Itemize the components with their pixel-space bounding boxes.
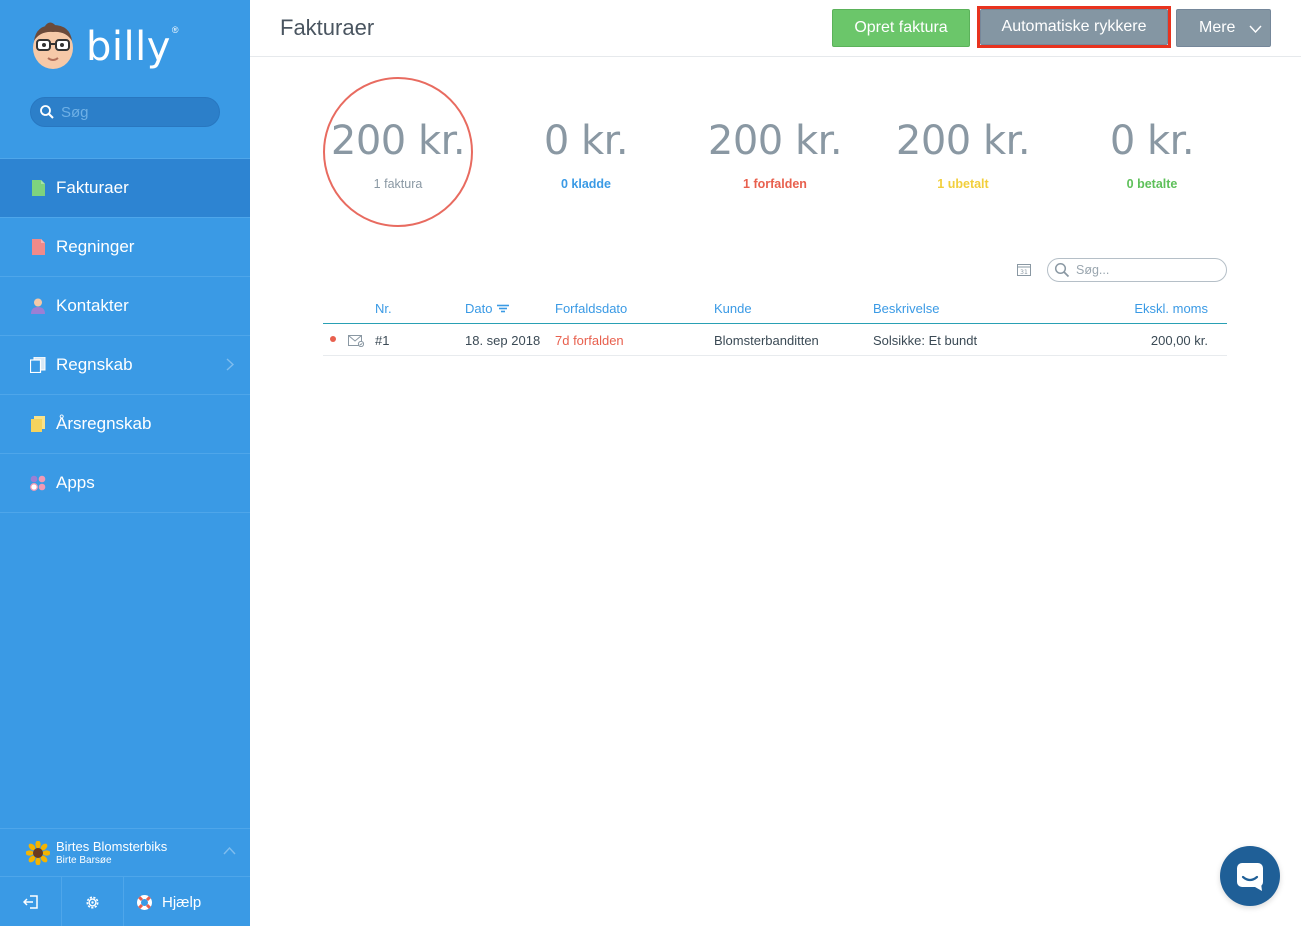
logo-text: billy (86, 24, 171, 70)
billy-logo[interactable]: billy ® (30, 18, 179, 74)
table-search-input[interactable] (1076, 263, 1216, 277)
svg-text:31: 31 (1020, 269, 1028, 276)
table-header: Nr. Dato Forfaldsdato Kunde Beskrivelse … (323, 296, 1227, 324)
stat-amount: 200 kr. (895, 118, 1031, 164)
page-title: Fakturaer (280, 15, 375, 40)
stat-all-invoices[interactable]: 200 kr. 1 faktura (318, 118, 478, 191)
user-name: Birte Barsøe (56, 854, 112, 866)
company-info: Birtes Blomsterbiks Birte Barsøe (56, 839, 167, 867)
sidebar-item-apps[interactable]: Apps (0, 454, 250, 513)
column-excl-vat[interactable]: Ekskl. moms (1134, 301, 1208, 316)
annual-report-icon (30, 416, 46, 433)
top-header: Fakturaer Opret faktura Automatiske rykk… (250, 0, 1301, 57)
stat-paid[interactable]: 0 kr. 0 betalte (1072, 118, 1232, 191)
stat-label: 0 betalte (1126, 177, 1178, 191)
sidebar-item-label: Apps (56, 473, 95, 492)
invoice-table: Nr. Dato Forfaldsdato Kunde Beskrivelse … (323, 296, 1227, 356)
help-button[interactable]: Hjælp (124, 877, 250, 926)
more-button-label: Mere (1199, 19, 1236, 36)
stat-draft[interactable]: 0 kr. 0 kladde (506, 118, 666, 191)
email-sent-icon (348, 335, 364, 347)
column-nr[interactable]: Nr. (375, 301, 392, 316)
logo-registered-mark: ® (171, 25, 179, 35)
cell-date: 18. sep 2018 (465, 333, 541, 348)
sidebar-item-label: Årsregnskab (56, 414, 152, 433)
sidebar-item-label: Regninger (56, 237, 135, 256)
stat-amount: 200 kr. (330, 118, 466, 164)
table-search[interactable] (1047, 258, 1227, 282)
column-due-date[interactable]: Forfaldsdato (555, 301, 627, 316)
sidebar-nav: Fakturaer Regninger Kontakter Regnskab Å… (0, 158, 250, 513)
sidebar-item-arsregnskab[interactable]: Årsregnskab (0, 395, 250, 454)
create-invoice-button[interactable]: Opret faktura (832, 9, 970, 47)
stat-amount: 0 kr. (543, 118, 629, 164)
calendar-icon[interactable]: 31 (1017, 263, 1031, 276)
cell-customer: Blomsterbanditten (714, 333, 819, 348)
column-date[interactable]: Dato (465, 301, 510, 316)
logout-icon (22, 895, 38, 909)
sidebar-item-regnskab[interactable]: Regnskab (0, 336, 250, 395)
sidebar-search-input[interactable] (61, 103, 211, 121)
chevron-down-icon (1249, 25, 1262, 33)
sidebar-item-kontakter[interactable]: Kontakter (0, 277, 250, 336)
cell-amount: 200,00 kr. (1150, 333, 1208, 348)
chevron-right-icon (226, 358, 234, 371)
stat-label: 1 ubetalt (937, 177, 989, 191)
stat-label: 1 faktura (373, 177, 423, 191)
cell-due: 7d forfalden (555, 333, 624, 348)
sidebar-item-label: Fakturaer (56, 178, 129, 197)
logout-button[interactable] (0, 877, 62, 926)
chevron-up-icon (223, 847, 236, 855)
column-description[interactable]: Beskrivelse (873, 301, 939, 316)
bill-doc-icon (30, 239, 46, 256)
settings-button[interactable] (62, 877, 124, 926)
stat-label: 0 kladde (560, 177, 612, 191)
sidebar-item-label: Regnskab (56, 355, 133, 374)
lifebuoy-icon (137, 894, 152, 910)
sidebar-item-fakturaer[interactable]: Fakturaer (0, 159, 250, 218)
stat-overdue[interactable]: 200 kr. 1 forfalden (695, 118, 855, 191)
stat-unpaid[interactable]: 200 kr. 1 ubetalt (883, 118, 1043, 191)
sunflower-icon (26, 840, 50, 865)
company-name: Birtes Blomsterbiks (56, 838, 168, 854)
billy-mascot-icon (33, 22, 73, 69)
cell-nr: #1 (375, 333, 390, 348)
search-icon (40, 105, 54, 119)
search-icon (1054, 262, 1070, 278)
sidebar-footer: Hjælp (0, 876, 250, 926)
table-row[interactable]: #1 18. sep 2018 7d forfalden Blomsterban… (323, 324, 1227, 356)
sidebar-item-regninger[interactable]: Regninger (0, 218, 250, 277)
person-icon (30, 298, 46, 315)
support-chat-button[interactable] (1220, 846, 1280, 906)
company-switcher[interactable]: Birtes Blomsterbiks Birte Barsøe (0, 828, 250, 876)
column-customer[interactable]: Kunde (714, 301, 752, 316)
stat-amount: 0 kr. (1109, 118, 1195, 164)
gear-icon (86, 896, 99, 908)
apps-icon (30, 475, 46, 492)
sidebar: billy ® Fakturaer Regninger Kontakter (0, 0, 250, 926)
automatic-reminders-button[interactable]: Automatiske rykkere (980, 9, 1168, 45)
more-dropdown-button[interactable]: Mere (1176, 9, 1271, 47)
sidebar-search[interactable] (30, 97, 220, 127)
chat-icon (1237, 863, 1263, 891)
sidebar-item-label: Kontakter (56, 296, 129, 315)
stat-amount: 200 kr. (707, 118, 843, 164)
overdue-status-dot (330, 336, 336, 342)
invoice-doc-icon (30, 180, 46, 197)
cell-description: Solsikke: Et bundt (873, 333, 978, 348)
column-date-label: Dato (465, 301, 493, 316)
ledger-icon (30, 357, 46, 374)
help-label: Hjælp (162, 893, 202, 911)
sort-desc-icon (497, 304, 510, 313)
stat-label: 1 forfalden (743, 177, 807, 191)
